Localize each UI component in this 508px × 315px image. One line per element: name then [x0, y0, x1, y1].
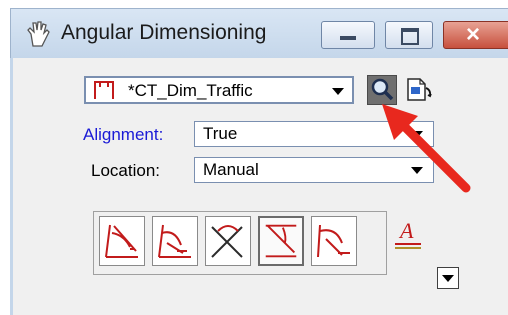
- text-letter-a-icon: A: [395, 218, 421, 249]
- dimension-angle-from-x-icon: [265, 224, 297, 258]
- text-tool-button[interactable]: A: [391, 214, 425, 252]
- alignment-value: True: [203, 124, 238, 143]
- hand-tool-icon: [27, 21, 50, 47]
- location-value: Manual: [203, 160, 259, 179]
- maximize-button[interactable]: [385, 21, 433, 49]
- dimension-angle-lines-button[interactable]: [205, 216, 251, 266]
- annotation-arrow-icon: [382, 104, 471, 193]
- dimension-style-icon: [94, 81, 114, 99]
- dimension-angle-size-icon: [105, 224, 138, 258]
- dimension-style-select[interactable]: *CT_Dim_Traffic: [84, 76, 354, 104]
- window-frame-left: [10, 58, 13, 315]
- svg-text:A: A: [398, 218, 414, 243]
- chevron-down-icon: [332, 88, 344, 95]
- location-label: Location:: [91, 161, 160, 180]
- alignment-label[interactable]: Alignment:: [83, 125, 163, 145]
- dimension-angle-location-button[interactable]: [152, 216, 198, 266]
- dimension-angle-from-y-button[interactable]: [311, 216, 357, 266]
- close-button[interactable]: ×: [443, 21, 508, 49]
- dimension-angle-from-y-icon: [317, 224, 350, 258]
- minimize-button[interactable]: [321, 21, 375, 49]
- dimension-angle-from-x-button[interactable]: [258, 216, 304, 266]
- dimension-style-value: *CT_Dim_Traffic: [128, 81, 253, 100]
- close-icon: ×: [466, 21, 481, 48]
- expand-button[interactable]: [437, 267, 459, 289]
- title-bar[interactable]: Angular Dimensioning ×: [10, 8, 508, 59]
- dimension-angle-lines-icon: [211, 225, 243, 258]
- maximize-icon: [401, 28, 419, 45]
- minimize-icon: [340, 36, 356, 40]
- window-title: Angular Dimensioning: [61, 21, 267, 44]
- dimension-angle-location-icon: [158, 224, 191, 258]
- dimension-angle-size-button[interactable]: [99, 216, 145, 266]
- expand-arrow-icon: [442, 275, 454, 282]
